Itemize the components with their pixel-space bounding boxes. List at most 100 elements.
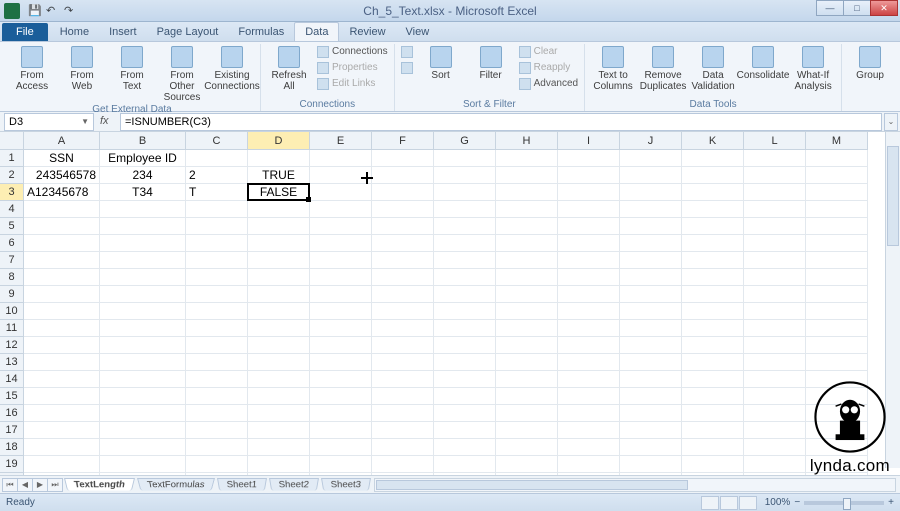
- consolidate-button[interactable]: Consolidate: [741, 44, 785, 81]
- cell-H13[interactable]: [496, 354, 558, 371]
- cell-H1[interactable]: [496, 150, 558, 167]
- cell-C13[interactable]: [186, 354, 248, 371]
- cell-J20[interactable]: [620, 473, 682, 475]
- cell-G11[interactable]: [434, 320, 496, 337]
- spreadsheet-grid[interactable]: ABCDEFGHIJKLM 12345678910111213141516171…: [0, 132, 900, 475]
- maximize-button[interactable]: □: [843, 0, 871, 16]
- cell-L12[interactable]: [744, 337, 806, 354]
- cell-B2[interactable]: 234: [100, 167, 186, 184]
- column-headers[interactable]: ABCDEFGHIJKLM: [24, 132, 900, 150]
- cell-B11[interactable]: [100, 320, 186, 337]
- cell-C19[interactable]: [186, 456, 248, 473]
- col-header-I[interactable]: I: [558, 132, 620, 150]
- cell-G20[interactable]: [434, 473, 496, 475]
- cell-D10[interactable]: [248, 303, 310, 320]
- cell-G1[interactable]: [434, 150, 496, 167]
- from-web-button[interactable]: From Web: [60, 44, 104, 92]
- cell-H9[interactable]: [496, 286, 558, 303]
- cell-C16[interactable]: [186, 405, 248, 422]
- data-validation-button[interactable]: Data Validation: [691, 44, 735, 92]
- scroll-thumb[interactable]: [887, 146, 899, 246]
- row-header-16[interactable]: 16: [0, 405, 24, 422]
- cell-I1[interactable]: [558, 150, 620, 167]
- filter-button[interactable]: Filter: [469, 44, 513, 81]
- tab-page-layout[interactable]: Page Layout: [147, 23, 229, 41]
- fx-icon[interactable]: fx: [100, 115, 114, 129]
- cell-M5[interactable]: [806, 218, 868, 235]
- cell-H14[interactable]: [496, 371, 558, 388]
- cell-E8[interactable]: [310, 269, 372, 286]
- cell-H6[interactable]: [496, 235, 558, 252]
- cell-M13[interactable]: [806, 354, 868, 371]
- cell-G19[interactable]: [434, 456, 496, 473]
- cell-C14[interactable]: [186, 371, 248, 388]
- cell-L7[interactable]: [744, 252, 806, 269]
- zoom-slider[interactable]: [804, 501, 884, 505]
- cell-D13[interactable]: [248, 354, 310, 371]
- cell-K2[interactable]: [682, 167, 744, 184]
- cell-G2[interactable]: [434, 167, 496, 184]
- cell-G17[interactable]: [434, 422, 496, 439]
- cell-J1[interactable]: [620, 150, 682, 167]
- cell-M8[interactable]: [806, 269, 868, 286]
- cell-D3[interactable]: FALSE: [248, 184, 310, 201]
- cell-J16[interactable]: [620, 405, 682, 422]
- sheet-tab-textformulas[interactable]: TextFormulas: [137, 478, 215, 491]
- cell-H16[interactable]: [496, 405, 558, 422]
- cell-J8[interactable]: [620, 269, 682, 286]
- cell-D8[interactable]: [248, 269, 310, 286]
- cell-C8[interactable]: [186, 269, 248, 286]
- cell-F4[interactable]: [372, 201, 434, 218]
- cell-F20[interactable]: [372, 473, 434, 475]
- cell-H20[interactable]: [496, 473, 558, 475]
- col-header-E[interactable]: E: [310, 132, 372, 150]
- cell-D1[interactable]: [248, 150, 310, 167]
- cell-C18[interactable]: [186, 439, 248, 456]
- cell-I18[interactable]: [558, 439, 620, 456]
- cell-I2[interactable]: [558, 167, 620, 184]
- row-header-6[interactable]: 6: [0, 235, 24, 252]
- page-break-view-button[interactable]: [739, 496, 757, 510]
- cell-I19[interactable]: [558, 456, 620, 473]
- cell-E18[interactable]: [310, 439, 372, 456]
- cell-E19[interactable]: [310, 456, 372, 473]
- vertical-scrollbar[interactable]: [885, 132, 900, 468]
- cell-E9[interactable]: [310, 286, 372, 303]
- cell-K6[interactable]: [682, 235, 744, 252]
- cell-E10[interactable]: [310, 303, 372, 320]
- cell-K14[interactable]: [682, 371, 744, 388]
- cell-E6[interactable]: [310, 235, 372, 252]
- cell-K19[interactable]: [682, 456, 744, 473]
- cell-H19[interactable]: [496, 456, 558, 473]
- cell-M20[interactable]: [806, 473, 868, 475]
- col-header-C[interactable]: C: [186, 132, 248, 150]
- cell-F10[interactable]: [372, 303, 434, 320]
- cell-G3[interactable]: [434, 184, 496, 201]
- col-header-B[interactable]: B: [100, 132, 186, 150]
- cell-A11[interactable]: [24, 320, 100, 337]
- cell-K20[interactable]: [682, 473, 744, 475]
- cell-L16[interactable]: [744, 405, 806, 422]
- cell-G6[interactable]: [434, 235, 496, 252]
- cell-A9[interactable]: [24, 286, 100, 303]
- cell-G9[interactable]: [434, 286, 496, 303]
- cell-A20[interactable]: [24, 473, 100, 475]
- cell-E14[interactable]: [310, 371, 372, 388]
- cell-A14[interactable]: [24, 371, 100, 388]
- cell-D11[interactable]: [248, 320, 310, 337]
- cell-B17[interactable]: [100, 422, 186, 439]
- cell-K18[interactable]: [682, 439, 744, 456]
- cell-J14[interactable]: [620, 371, 682, 388]
- col-header-D[interactable]: D: [248, 132, 310, 150]
- cell-J11[interactable]: [620, 320, 682, 337]
- cell-G7[interactable]: [434, 252, 496, 269]
- close-button[interactable]: ✕: [870, 0, 898, 16]
- row-header-18[interactable]: 18: [0, 439, 24, 456]
- horizontal-scrollbar[interactable]: [374, 478, 896, 492]
- cell-B6[interactable]: [100, 235, 186, 252]
- cell-E11[interactable]: [310, 320, 372, 337]
- cell-F9[interactable]: [372, 286, 434, 303]
- cell-E12[interactable]: [310, 337, 372, 354]
- row-header-12[interactable]: 12: [0, 337, 24, 354]
- cell-D4[interactable]: [248, 201, 310, 218]
